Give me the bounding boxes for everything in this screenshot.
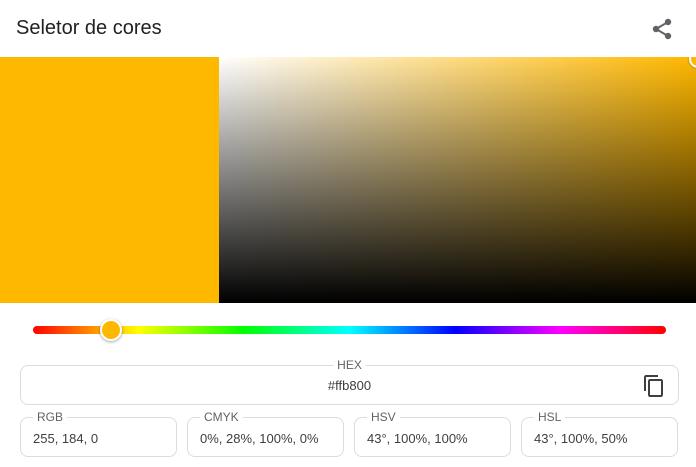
hex-label: HEX: [333, 358, 366, 372]
hsl-field: HSL: [521, 410, 678, 457]
hue-slider-track[interactable]: [33, 326, 666, 334]
rgb-label: RGB: [33, 410, 68, 424]
cmyk-label: CMYK: [200, 410, 243, 424]
hsv-input[interactable]: [367, 431, 507, 447]
hex-field: HEX: [20, 358, 679, 405]
value-gradient: [219, 57, 696, 303]
copy-icon: [644, 375, 663, 397]
hsl-label: HSL: [534, 410, 566, 424]
rgb-field: RGB: [20, 410, 177, 457]
hue-slider-handle[interactable]: [100, 319, 122, 341]
hsv-field: HSV: [354, 410, 511, 457]
copy-button[interactable]: [642, 374, 666, 398]
cmyk-input[interactable]: [200, 431, 340, 447]
page-title: Seletor de cores: [16, 17, 162, 39]
hsv-label: HSV: [367, 410, 400, 424]
share-icon: [652, 18, 672, 40]
rgb-input[interactable]: [33, 431, 173, 447]
color-picker-header: Seletor de cores: [0, 0, 696, 57]
cmyk-field: CMYK: [187, 410, 344, 457]
hex-input[interactable]: [21, 378, 678, 394]
saturation-value-picker[interactable]: [219, 57, 696, 303]
share-button[interactable]: [646, 13, 678, 45]
color-preview-swatch: [0, 57, 219, 303]
hsl-input[interactable]: [534, 431, 674, 447]
